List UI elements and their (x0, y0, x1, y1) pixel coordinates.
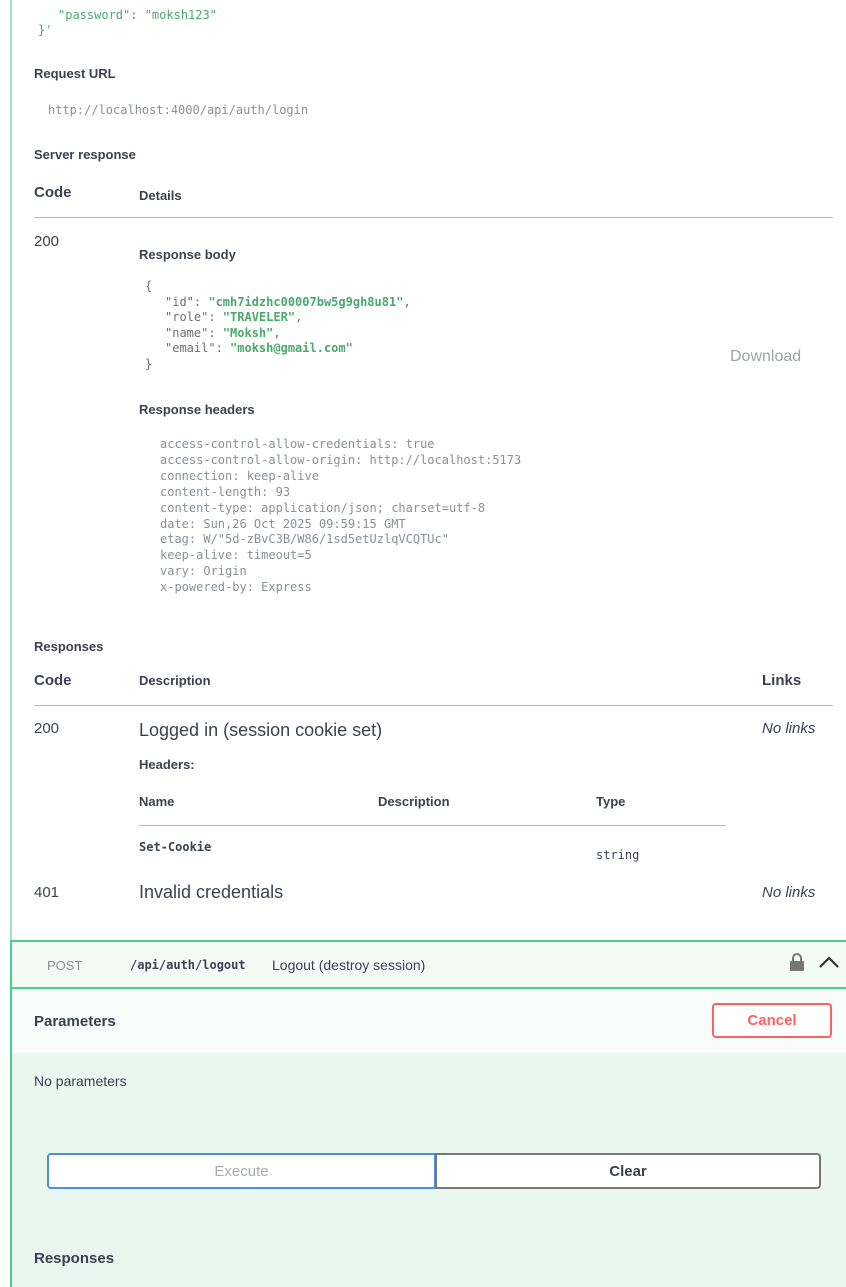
json-key: "role" (165, 310, 209, 324)
server-code: 200 (34, 233, 60, 250)
json-key: "name" (165, 325, 209, 340)
response-header-line: keep-alive: timeout=5 (160, 548, 312, 563)
response-headers: access-control-allow-credentials: true ac… (160, 437, 521, 596)
response-header-line: x-powered-by: Express (160, 580, 312, 595)
responses-header-divider (34, 705, 833, 706)
response-description-200: Logged in (session cookie set) (139, 720, 383, 740)
response-header-line: date: Sun,26 Oct 2025 09:59:15 GMT (160, 516, 406, 531)
clear-button[interactable]: Clear (435, 1153, 821, 1189)
password-value: "moksh123" (144, 8, 217, 22)
server-header-divider (34, 217, 833, 218)
response-header-line: access-control-allow-credentials: true (160, 437, 435, 451)
no-parameters-text: No parameters (34, 1073, 127, 1089)
curl-closing: }' (38, 23, 53, 37)
operation-border (10, 0, 12, 940)
json-key: "id" (165, 294, 194, 309)
response-header-line: content-length: 93 (160, 484, 291, 499)
json-value: "moksh@gmail.com" (230, 341, 353, 355)
operation-path: /api/auth/logout (130, 958, 246, 972)
json-lines: "id": "cmh7idzhc00007bw5g9gh8u81", "role"… (145, 295, 411, 357)
header-table-description-header: Description (378, 794, 450, 809)
response-header-line: etag: W/"5d-zBvC3B/W86/1sd5etUzlqVCQTUc" (160, 532, 449, 547)
json-key: "email" (165, 341, 216, 355)
password-line: "password": "moksh123" (38, 8, 217, 23)
request-url-value: http://localhost:4000/api/auth/login (48, 103, 309, 117)
response-body[interactable]: { "id": "cmh7idzhc00007bw5g9gh8u81", "rol… (145, 279, 411, 372)
response-header-line: connection: keep-alive (160, 468, 319, 483)
response-header-line: content-type: application/json; charset=… (160, 500, 486, 515)
header-table-name-header: Name (139, 794, 175, 809)
response-code-200: 200 (34, 720, 60, 737)
json-close: } (145, 356, 153, 371)
password-key: "password" (58, 8, 131, 22)
json-colon: : (208, 310, 223, 324)
server-details-header: Details (139, 188, 182, 203)
header-table-divider (139, 825, 726, 826)
logout-responses-label: Responses (34, 1250, 115, 1267)
responses-label: Responses (34, 639, 104, 654)
responses-description-header: Description (139, 673, 211, 688)
json-line: "role": "TRAVELER", (145, 310, 411, 326)
json-value: "Moksh" (222, 325, 274, 340)
responses-links-header: Links (762, 672, 802, 689)
chevron-up-icon[interactable] (818, 954, 840, 975)
server-response-label: Server response (34, 147, 136, 162)
headers-label: Headers: (139, 757, 195, 772)
operation-summary: Logout (destroy session) (272, 957, 426, 973)
json-trail: , (403, 294, 411, 309)
response-links-200: No links (762, 720, 816, 737)
response-header-line: access-control-allow-origin: http://loca… (160, 452, 522, 467)
execute-button[interactable]: Execute (47, 1153, 435, 1189)
header-table-row-name: Set-Cookie (139, 840, 212, 854)
parameters-label: Parameters (34, 1013, 116, 1030)
cancel-button[interactable]: Cancel (712, 1003, 832, 1038)
json-trail: , (273, 325, 281, 340)
json-open: { (145, 279, 153, 293)
response-body-label: Response body (139, 247, 236, 262)
json-line: "id": "cmh7idzhc00007bw5g9gh8u81", (145, 295, 411, 311)
json-trail: , (295, 310, 303, 324)
password-colon: : (130, 8, 145, 22)
lock-icon[interactable] (788, 952, 806, 977)
server-code-header: Code (34, 184, 72, 201)
json-line: "name": "Moksh", (145, 326, 411, 342)
logout-summary[interactable]: POST /api/auth/logout Logout (destroy se… (12, 942, 846, 987)
response-description-401: Invalid credentials (139, 882, 284, 902)
header-table-type-header: Type (596, 794, 626, 809)
method-badge: POST (47, 958, 83, 973)
json-colon: : (208, 325, 223, 340)
response-headers-label: Response headers (139, 402, 255, 417)
response-links-401: No links (762, 884, 816, 901)
download-button[interactable]: Download (730, 348, 801, 366)
json-colon: : (193, 294, 209, 309)
json-value: "cmh7idzhc00007bw5g9gh8u81" (208, 294, 404, 309)
header-table-row-type: string (596, 848, 640, 862)
json-colon: : (215, 341, 231, 355)
json-value: "TRAVELER" (222, 310, 296, 324)
response-header-line: vary: Origin (160, 564, 247, 579)
responses-code-header: Code (34, 672, 72, 689)
json-line: "email": "moksh@gmail.com" (145, 341, 411, 357)
curl-body-tail: "password": "moksh123" }' (38, 8, 217, 38)
response-code-401: 401 (34, 884, 60, 901)
request-url-label: Request URL (34, 66, 116, 81)
